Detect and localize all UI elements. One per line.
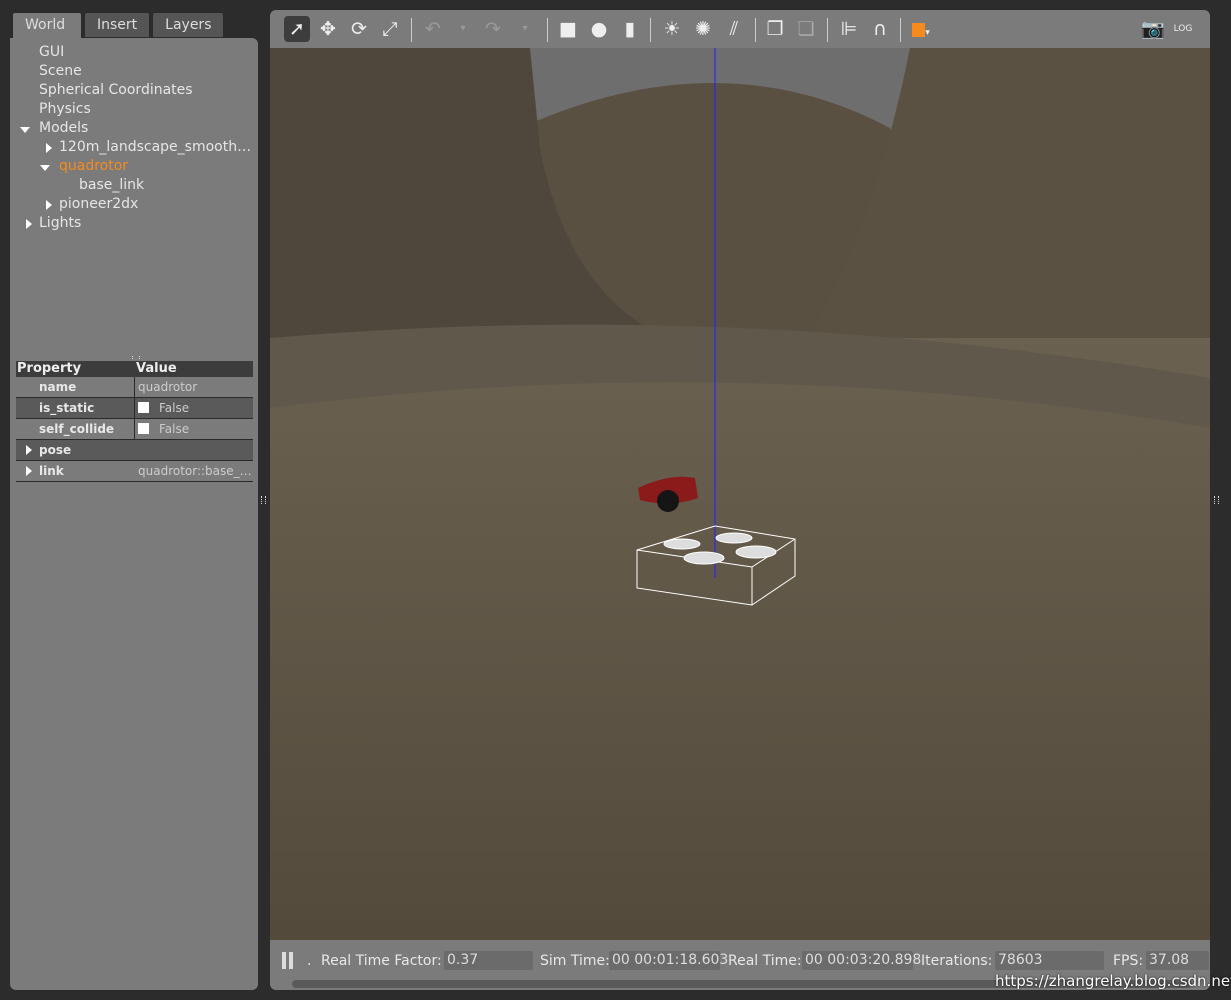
- box-icon[interactable]: ■: [555, 16, 581, 42]
- prop-key: name: [39, 380, 77, 394]
- tree-item-gui[interactable]: GUI: [39, 43, 64, 62]
- undo-dropdown-icon[interactable]: ▾: [450, 16, 476, 42]
- tree-item-physics[interactable]: Physics: [39, 100, 91, 119]
- expand-arrow-icon[interactable]: [26, 466, 32, 476]
- property-row-link[interactable]: link quadrotor::base_…: [16, 461, 253, 482]
- left-tabs: World Insert Layers: [12, 12, 225, 39]
- snap-icon[interactable]: ∩: [867, 16, 893, 42]
- sphere-icon[interactable]: ●: [586, 16, 612, 42]
- align-icon[interactable]: ⊫: [836, 16, 862, 42]
- real-time-label: Real Time:: [728, 953, 802, 969]
- redo-icon[interactable]: ↷: [480, 16, 506, 42]
- 3d-viewport[interactable]: [270, 48, 1210, 940]
- copy-icon[interactable]: ❐: [762, 16, 788, 42]
- step-button[interactable]: .: [307, 953, 311, 969]
- tab-world[interactable]: World: [12, 12, 82, 39]
- is-static-checkbox[interactable]: [138, 402, 149, 413]
- sim-time-label: Sim Time:: [540, 953, 610, 969]
- tree-item-base-link[interactable]: base_link: [79, 176, 144, 195]
- paste-icon[interactable]: ❏: [793, 16, 819, 42]
- prop-key: pose: [39, 443, 72, 457]
- translate-icon[interactable]: ✥: [315, 16, 341, 42]
- collapse-arrow-icon[interactable]: [26, 219, 32, 229]
- main-panel: ➚ ✥ ⟳ ⤢ ↶ ▾ ↷ ▾ ■ ● ▮ ☀ ✺ ⫽ ❐ ❏ ⊫ ∩ ▾ 📷 …: [270, 10, 1210, 990]
- prop-value: quadrotor::base_…: [138, 464, 252, 478]
- cylinder-icon[interactable]: ▮: [617, 16, 643, 42]
- undo-icon[interactable]: ↶: [420, 16, 446, 42]
- log-icon[interactable]: LOG: [1170, 16, 1196, 42]
- screenshot-icon[interactable]: 📷: [1140, 16, 1166, 42]
- view-angle-icon[interactable]: ▾: [908, 16, 934, 42]
- left-splitter-handle[interactable]: [261, 496, 266, 504]
- tree-item-spherical-coordinates[interactable]: Spherical Coordinates: [39, 81, 193, 100]
- tree-item-pioneer2dx[interactable]: pioneer2dx: [59, 195, 138, 214]
- prop-key: link: [39, 464, 64, 478]
- self-collide-checkbox[interactable]: [138, 423, 149, 434]
- iterations-label: Iterations:: [921, 953, 993, 969]
- scale-icon[interactable]: ⤢: [377, 16, 403, 42]
- spot-light-icon[interactable]: ✺: [690, 16, 716, 42]
- prop-key: self_collide: [39, 422, 115, 436]
- collapse-arrow-icon[interactable]: [46, 143, 52, 153]
- fps-label: FPS:: [1113, 953, 1144, 969]
- tree-item-lights[interactable]: Lights: [39, 214, 81, 233]
- property-row-pose[interactable]: pose: [16, 440, 253, 461]
- redo-dropdown-icon[interactable]: ▾: [512, 16, 538, 42]
- rtf-label: Real Time Factor:: [321, 953, 442, 969]
- tree-item-scene[interactable]: Scene: [39, 62, 82, 81]
- property-table: Property Value name quadrotor is_static Fa…: [16, 361, 253, 482]
- real-time-value: 00 00:03:20.898: [802, 951, 921, 970]
- watermark: https://zhangrelay.blog.csdn.net: [995, 972, 1231, 990]
- iterations-value: 78603: [995, 951, 1104, 970]
- scene-render: [270, 48, 1210, 940]
- property-row-name[interactable]: name quadrotor: [16, 377, 253, 398]
- pause-icon[interactable]: [282, 952, 293, 969]
- header-property: Property: [17, 361, 82, 376]
- property-row-is-static[interactable]: is_static False: [16, 398, 253, 419]
- toolbar: ➚ ✥ ⟳ ⤢ ↶ ▾ ↷ ▾ ■ ● ▮ ☀ ✺ ⫽ ❐ ❏ ⊫ ∩ ▾ 📷 …: [270, 10, 1210, 48]
- expand-arrow-icon[interactable]: [26, 445, 32, 455]
- header-value: Value: [136, 361, 177, 376]
- point-light-icon[interactable]: ☀: [659, 16, 685, 42]
- right-splitter-handle[interactable]: [1214, 496, 1219, 504]
- expand-arrow-icon[interactable]: [20, 127, 30, 133]
- rotate-icon[interactable]: ⟳: [346, 16, 372, 42]
- tree-item-models[interactable]: Models: [39, 119, 88, 138]
- tab-insert[interactable]: Insert: [84, 12, 151, 37]
- prop-value[interactable]: quadrotor: [138, 377, 197, 397]
- prop-value: False: [159, 401, 190, 415]
- property-header: Property Value: [16, 361, 253, 377]
- property-row-self-collide[interactable]: self_collide False: [16, 419, 253, 440]
- expand-arrow-icon[interactable]: [40, 165, 50, 171]
- select-arrow-icon[interactable]: ➚: [284, 16, 310, 42]
- fps-value: 37.08: [1146, 951, 1209, 970]
- rtf-value: 0.37: [444, 951, 533, 970]
- collapse-arrow-icon[interactable]: [46, 200, 52, 210]
- splitter-handle[interactable]: [132, 356, 140, 359]
- world-panel: GUI Scene Spherical Coordinates Physics …: [10, 38, 258, 990]
- directional-light-icon[interactable]: ⫽: [721, 16, 747, 42]
- tab-layers[interactable]: Layers: [152, 12, 225, 37]
- prop-value: False: [159, 422, 190, 436]
- tree-item-landscape[interactable]: 120m_landscape_smooth…: [59, 138, 251, 157]
- sim-time-value: 00 00:01:18.603: [609, 951, 728, 970]
- tree-item-quadrotor[interactable]: quadrotor: [59, 157, 128, 176]
- prop-key: is_static: [39, 401, 95, 415]
